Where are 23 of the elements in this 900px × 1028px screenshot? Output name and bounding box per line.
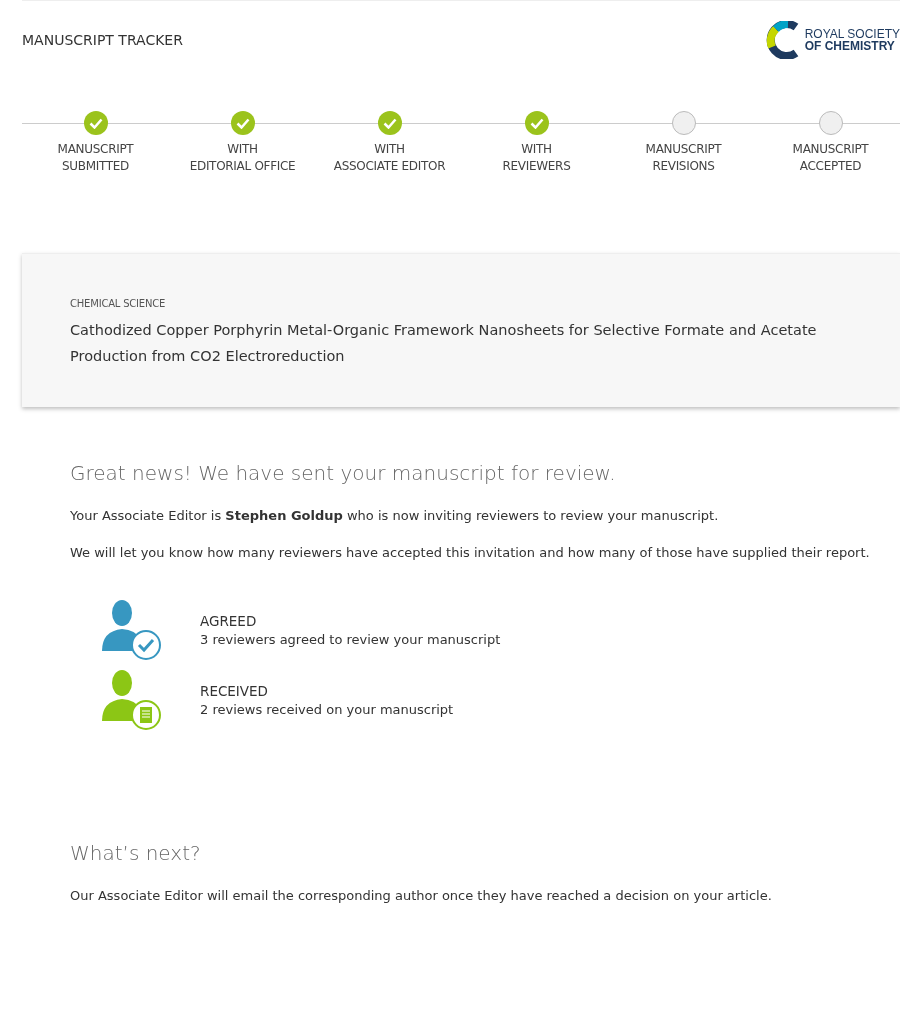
step-label: MANUSCRIPT ACCEPTED xyxy=(792,141,869,175)
step-label: MANUSCRIPT REVISIONS xyxy=(645,141,722,175)
stat-text: 2 reviews received on your manuscript xyxy=(200,702,454,717)
stat-label: AGREED xyxy=(200,613,258,629)
stat-label: RECEIVED xyxy=(200,683,269,699)
step-label: MANUSCRIPT SUBMITTED xyxy=(57,141,134,175)
status-text: We will let you know how many reviewers have accepted this invitation and how many of those have supplied their report. xyxy=(70,544,870,562)
stat-text: 3 reviewers agreed to review your manuscript xyxy=(200,632,501,647)
status-text: Your Associate Editor is Stephen Goldup who is now inviting reviewers to review your manuscript. xyxy=(70,507,720,525)
check-icon xyxy=(235,117,250,129)
journal-name: CHEMICAL SCIENCE xyxy=(70,298,167,309)
step-label: WITH REVIEWERS xyxy=(502,141,571,175)
step-label: WITH EDITORIAL OFFICE xyxy=(189,141,296,175)
status-heading: Great news! We have sent your manuscript for review. xyxy=(70,461,617,485)
check-icon xyxy=(529,117,544,129)
next-heading: What’s next? xyxy=(70,841,202,865)
logo-text: ROYAL SOCIETY OF CHEMISTRY xyxy=(804,28,900,52)
page-title: MANUSCRIPT TRACKER xyxy=(22,32,183,48)
step-label: WITH ASSOCIATE EDITOR xyxy=(333,141,446,175)
next-text: Our Associate Editor will email the corresponding author once they have reached a decision on your article. xyxy=(70,887,773,905)
article-title: Cathodized Copper Porphyrin Metal-Organic Framework Nanosheets for Selective Formate and Acetate Production from CO2 Electroreduction xyxy=(70,321,818,366)
check-icon xyxy=(382,117,397,129)
check-icon xyxy=(88,117,103,129)
